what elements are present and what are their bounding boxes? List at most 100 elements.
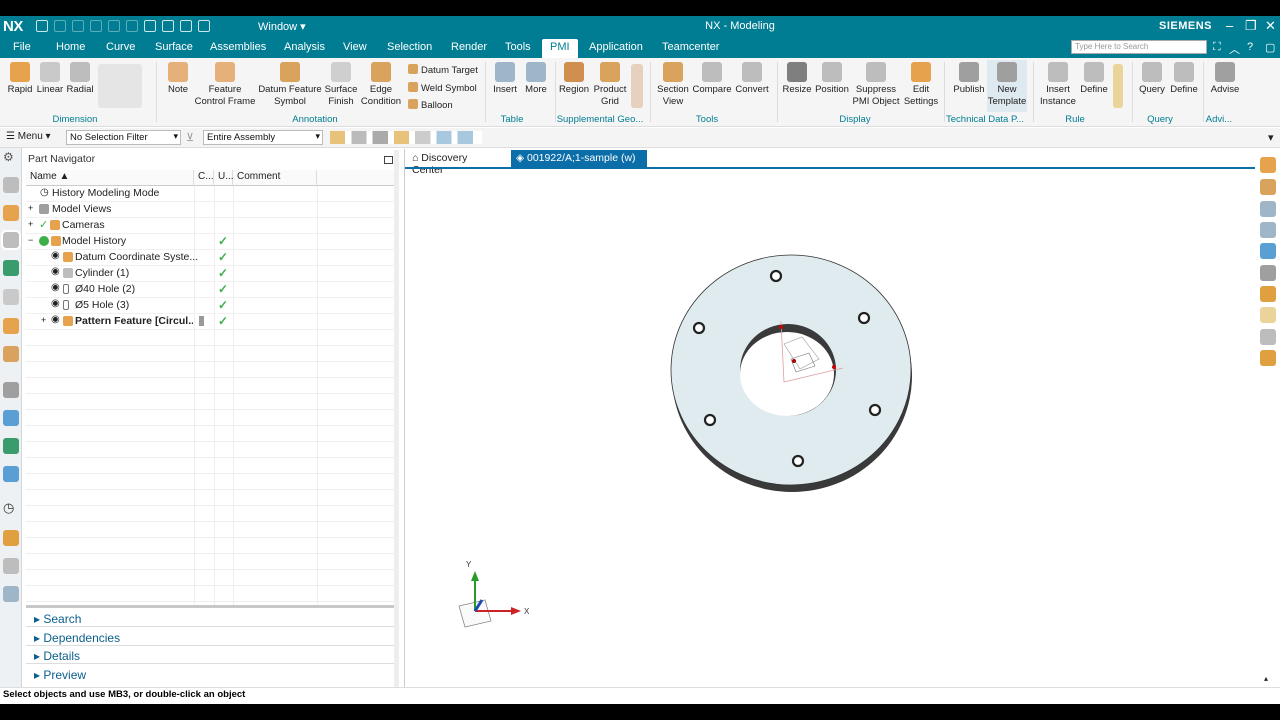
help-icon[interactable]: ? (1247, 41, 1253, 53)
rapid-button[interactable]: Rapid (5, 62, 35, 96)
group-technical-data-package[interactable]: Technical Data P... (945, 114, 1025, 125)
maximize-icon[interactable] (384, 156, 393, 164)
rule-define-button[interactable]: Define (1078, 62, 1110, 96)
expand-icon[interactable]: + (28, 219, 33, 229)
menu-button[interactable]: ☰ Menu ▾ (6, 131, 51, 142)
tab-discovery-center[interactable]: ⌂ Discovery Center (407, 150, 506, 176)
tab-pmi[interactable]: PMI (542, 39, 578, 58)
process-studio-icon[interactable] (3, 382, 19, 398)
chevron-down-icon[interactable]: ▾ (1268, 131, 1274, 144)
view-tool-icon[interactable] (1260, 329, 1276, 345)
supplemental-small-tools[interactable] (630, 64, 644, 110)
filter-icon[interactable]: ⊻ (186, 131, 194, 144)
surface-finish-button[interactable]: Surface Finish (323, 62, 359, 108)
gear-icon[interactable]: ⚙ (3, 150, 19, 166)
group-query[interactable]: Query (1142, 114, 1178, 125)
view-tool-icon[interactable] (1260, 179, 1276, 195)
datum-feature-symbol-button[interactable]: Datum Feature Symbol (257, 62, 323, 108)
tab-render[interactable]: Render (451, 41, 487, 53)
view-tool-icon[interactable] (1260, 350, 1276, 366)
bolt-hole[interactable] (769, 269, 783, 283)
column-uptodate[interactable]: U... (214, 170, 234, 186)
query-define-button[interactable]: Define (1168, 62, 1200, 96)
web-browser-icon[interactable] (3, 318, 19, 334)
fullscreen-icon[interactable]: ⛶ (1213, 41, 1221, 54)
manufacturing-wizard-icon[interactable] (3, 410, 19, 426)
group-annotation[interactable]: Annotation (280, 114, 350, 125)
insert-instance-button[interactable]: Insert Instance (1038, 62, 1078, 108)
column-current[interactable]: C... (194, 170, 214, 186)
advise-button[interactable]: Advise (1208, 62, 1242, 96)
command-search-input[interactable]: Type Here to Search (1071, 40, 1207, 54)
column-name[interactable]: Name ▲ (26, 170, 194, 186)
repeat-command-icon[interactable] (144, 20, 156, 32)
weld-symbol-button[interactable]: Weld Symbol (408, 82, 477, 94)
expand-icon[interactable]: + (28, 203, 33, 213)
new-template-button[interactable]: New Template (987, 60, 1027, 112)
section-search[interactable]: Search (34, 612, 81, 626)
section-preview[interactable]: Preview (34, 668, 86, 682)
tree-row-cylinder[interactable]: ◉ Cylinder (1) ✓ (26, 266, 396, 282)
bolt-hole[interactable] (791, 454, 805, 468)
voice-icon[interactable] (162, 20, 174, 32)
publish-button[interactable]: Publish (950, 62, 988, 96)
tree-row-hole-5[interactable]: ◉ Ø5 Hole (3) ✓ (26, 298, 396, 314)
restore-small-icon[interactable]: ▢ (1265, 41, 1275, 54)
cut-icon[interactable] (90, 20, 102, 32)
feature-control-frame-button[interactable]: Feature Control Frame (193, 62, 257, 108)
eye-icon[interactable]: ◉ (51, 282, 60, 293)
group-rule[interactable]: Rule (1060, 114, 1090, 125)
column-comment[interactable]: Comment (233, 170, 317, 186)
tab-selection[interactable]: Selection (387, 41, 432, 53)
history-palette-icon[interactable] (3, 346, 19, 362)
balloon-button[interactable]: Balloon (408, 99, 453, 111)
tools-icon[interactable] (3, 558, 19, 574)
tab-curve[interactable]: Curve (106, 41, 135, 53)
tab-assemblies[interactable]: Assemblies (210, 41, 266, 53)
tab-part-file[interactable]: ◈ 001922/A;1-sample (w) × (511, 150, 647, 176)
section-details[interactable]: Details (34, 649, 80, 663)
group-display[interactable]: Display (830, 114, 880, 125)
tree-row-history-mode[interactable]: ◷ History Modeling Mode (26, 186, 396, 202)
eye-icon[interactable]: ◉ (51, 298, 60, 309)
part-navigator-icon[interactable] (1, 230, 21, 250)
view-tool-icon[interactable] (1260, 265, 1276, 281)
edge-condition-button[interactable]: Edge Condition (359, 62, 403, 108)
tab-application[interactable]: Application (589, 41, 643, 53)
bolt-hole[interactable] (692, 321, 706, 335)
save-icon[interactable] (36, 20, 48, 32)
tab-file[interactable]: File (13, 41, 31, 53)
tree-row-hole-40[interactable]: ◉ Ø40 Hole (2) ✓ (26, 282, 396, 298)
touch-mode-icon[interactable] (180, 20, 192, 32)
clock-icon[interactable]: ◷ (3, 500, 19, 516)
search-icon[interactable]: ⌕ (1193, 41, 1199, 54)
selection-tools-icons[interactable] (330, 131, 482, 144)
section-view-button[interactable]: Section View (655, 62, 691, 108)
group-tools[interactable]: Tools (690, 114, 724, 125)
palette-icon[interactable] (3, 530, 19, 546)
reuse-library-icon[interactable] (3, 260, 19, 276)
datum-target-button[interactable]: Datum Target (408, 64, 478, 76)
radial-button[interactable]: Radial (65, 62, 95, 96)
model-view[interactable]: Y X (405, 169, 1255, 688)
tree-row-pattern-feature[interactable]: + ◉ Pattern Feature [Circul... ✓ (26, 314, 396, 330)
ribbon-collapse-icon[interactable]: ︿ (1229, 41, 1240, 57)
group-advise[interactable]: Advi... (1204, 114, 1234, 125)
table-icon[interactable] (3, 586, 19, 602)
paste-icon[interactable] (126, 20, 138, 32)
switch-window-icon[interactable] (198, 20, 210, 32)
view-tool-icon[interactable] (1260, 243, 1276, 259)
bolt-hole[interactable] (868, 403, 882, 417)
eye-icon[interactable]: ◉ (51, 266, 60, 277)
roles-icon[interactable] (3, 438, 19, 454)
constraint-navigator-icon[interactable] (3, 205, 19, 221)
edit-settings-button[interactable]: Edit Settings (902, 62, 940, 108)
compare-button[interactable]: Compare (692, 62, 732, 96)
selection-scope-dropdown[interactable]: Entire Assembly (203, 130, 323, 145)
assembly-navigator-icon[interactable] (3, 177, 19, 193)
resize-button[interactable]: Resize (781, 62, 813, 96)
table-insert-button[interactable]: Insert (490, 62, 520, 96)
linear-button[interactable]: Linear (35, 62, 65, 96)
system-materials-icon[interactable] (3, 466, 19, 482)
center-hole[interactable] (740, 332, 834, 416)
